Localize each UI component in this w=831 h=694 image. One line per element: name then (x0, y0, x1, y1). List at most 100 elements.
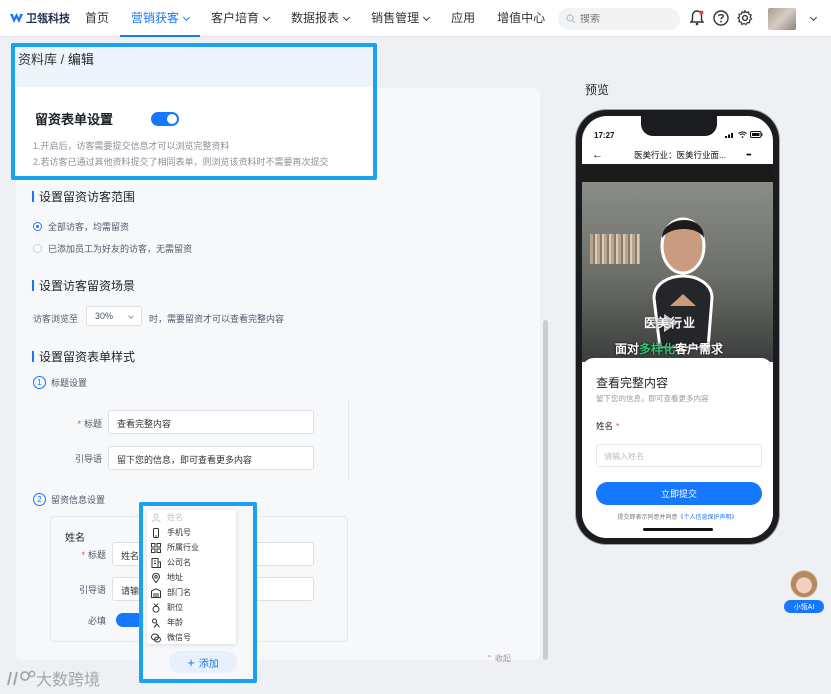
wifi-icon (738, 131, 747, 138)
chevron-down-icon[interactable] (809, 13, 818, 22)
step-label: 留资信息设置 (51, 495, 106, 505)
more-icon[interactable]: ••• (746, 152, 751, 159)
title-field-label-text: 标题 (83, 419, 102, 429)
grid-icon (151, 542, 161, 553)
dropdown-item-label: 地址 (167, 573, 183, 582)
add-field-label: 添加 (198, 658, 219, 670)
dropdown-item-company[interactable]: 公司名 (147, 555, 236, 570)
video-caption-2a: 面对 (615, 342, 640, 356)
field-name: 姓名 (65, 533, 85, 544)
field-title-label-text: 标题 (87, 550, 106, 560)
sheet-name-input[interactable]: 请输入姓名 (596, 444, 762, 467)
breadcrumb: 资料库 / 编辑 (15, 47, 373, 87)
dropdown-item-phone[interactable]: 手机号 (147, 525, 236, 540)
breadcrumb-root[interactable]: 资料库 (18, 52, 57, 67)
gear-icon[interactable] (736, 9, 754, 27)
dropdown-item-name: 姓名 (147, 510, 236, 525)
nav-marketing-label: 营销获客 (131, 10, 180, 25)
scene-suffix: 时，需要留资才可以查看完整内容 (149, 314, 285, 324)
scope-option-all[interactable]: 全部访客，均需留资 (33, 220, 129, 233)
nav-reports[interactable]: 数据报表 (280, 0, 360, 37)
scope-option-all-label: 全部访客，均需留资 (48, 222, 130, 232)
phone-icon (153, 527, 159, 538)
nav-sales[interactable]: 销售管理 (360, 0, 440, 37)
scope-option-friends[interactable]: 已添加员工为好友的访客，无需留资 (33, 242, 192, 255)
scene-section-title: 设置访客留资场景 (32, 277, 135, 294)
field-dropdown-highlight: 姓名 手机号 所属行业 公司名 地址 部门名 职位 年龄 微信号 + 添加 (139, 502, 257, 683)
privacy-link[interactable]: 《个人信息保护声明》 (678, 515, 738, 521)
mobile-page-title: 医美行业：医美行业面... (634, 150, 727, 160)
plus-icon: + (187, 654, 195, 670)
mobile-page-header: ← 医美行业：医美行业面... ••• (582, 146, 773, 164)
dropdown-item-label: 微信号 (167, 633, 191, 642)
field-guide-input-value: 请输 (121, 586, 140, 596)
nav-value-center[interactable]: 增值中心 (486, 0, 556, 37)
dropdown-item-address[interactable]: 地址 (147, 570, 236, 585)
nav-marketing[interactable]: 营销获客 (120, 0, 201, 37)
medal-icon (152, 602, 160, 613)
lead-form-toggle[interactable] (151, 111, 180, 126)
nav-apps-label: 应用 (451, 10, 476, 25)
nav-reports-label: 数据报表 (291, 10, 340, 25)
search-input[interactable] (580, 13, 670, 25)
chevron-down-icon (343, 13, 351, 21)
scope-section-title: 设置留资访客范围 (32, 188, 135, 205)
back-arrow-icon[interactable]: ← (592, 149, 614, 161)
brand-logo[interactable]: 卫瓴科技 (10, 10, 74, 26)
dropdown-item-label: 年龄 (167, 618, 183, 627)
agreement-text: 提交即表示同意并同意《个人信息保护声明》 (582, 512, 773, 521)
required-mark: * (616, 421, 620, 431)
sheet-name-placeholder: 请输入姓名 (604, 452, 644, 461)
guide-field-label: 引导语 (74, 454, 102, 464)
lead-form-row: 留资表单设置 (35, 109, 373, 128)
brand-mark-icon (10, 12, 23, 23)
ai-assistant-label: 小瓴AI (784, 600, 824, 613)
ai-assistant[interactable]: 小瓴AI (784, 570, 824, 614)
dropdown-item-wechat[interactable]: 微信号 (147, 630, 236, 644)
radio-unchecked-icon (33, 244, 42, 253)
nav-customer[interactable]: 客户培育 (200, 0, 280, 37)
lead-form-note-1: 1.开启后，访客需要提交信息才可以浏览完整资料 (33, 141, 230, 151)
preview-title: 预览 (585, 83, 610, 97)
help-icon[interactable] (712, 9, 730, 27)
chevron-down-icon (423, 13, 431, 21)
home-indicator (643, 528, 713, 531)
location-icon (151, 572, 161, 583)
field-type-dropdown: 姓名 手机号 所属行业 公司名 地址 部门名 职位 年龄 微信号 (147, 510, 236, 644)
guide-input[interactable]: 留下您的信息，即可查看更多内容 (108, 446, 314, 470)
video-player[interactable]: 医美行业 面对多样化客户需求 (582, 164, 773, 362)
wechat-icon (151, 633, 161, 642)
user-icon (151, 513, 161, 523)
avatar[interactable] (768, 8, 796, 30)
add-field-button[interactable]: + 添加 (169, 651, 237, 673)
watermark-logo-icon (7, 670, 36, 686)
signal-icon (725, 133, 733, 138)
nav-home-label: 首页 (85, 10, 110, 25)
divider (348, 400, 349, 480)
title-input-value: 查看完整内容 (117, 419, 172, 429)
collapse-button[interactable]: ⌃ 收起 (486, 653, 511, 664)
dropdown-item-industry[interactable]: 所属行业 (147, 540, 236, 555)
search-box[interactable] (558, 8, 680, 30)
bell-icon[interactable] (688, 9, 706, 27)
nav-sales-label: 销售管理 (371, 10, 420, 25)
dropdown-item-department[interactable]: 部门名 (147, 585, 236, 600)
dropdown-item-label: 部门名 (167, 588, 191, 597)
dropdown-item-age[interactable]: 年龄 (147, 615, 236, 630)
search-icon (566, 14, 576, 24)
watermark: 大数跨境 (6, 666, 100, 690)
dropdown-item-label: 所属行业 (167, 543, 199, 552)
submit-button[interactable]: 立即提交 (596, 482, 762, 505)
phone-preview: 17:27 ← 医美行业：医美行业面... ••• 医美行业 面对多样化客户需求… (576, 110, 779, 544)
step-info-settings: 2 留资信息设置 (33, 493, 105, 506)
dropdown-item-position[interactable]: 职位 (147, 600, 236, 615)
dropdown-item-label: 手机号 (167, 528, 191, 537)
scene-percent-select[interactable]: 30% (86, 306, 142, 326)
title-input[interactable]: 查看完整内容 (108, 410, 314, 434)
scrollbar[interactable] (543, 320, 548, 660)
step-number: 2 (33, 493, 46, 506)
nav-apps[interactable]: 应用 (440, 0, 486, 37)
phone-notch (641, 116, 717, 136)
video-caption-2c: 客户需求 (675, 342, 724, 356)
nav-home[interactable]: 首页 (74, 0, 120, 37)
